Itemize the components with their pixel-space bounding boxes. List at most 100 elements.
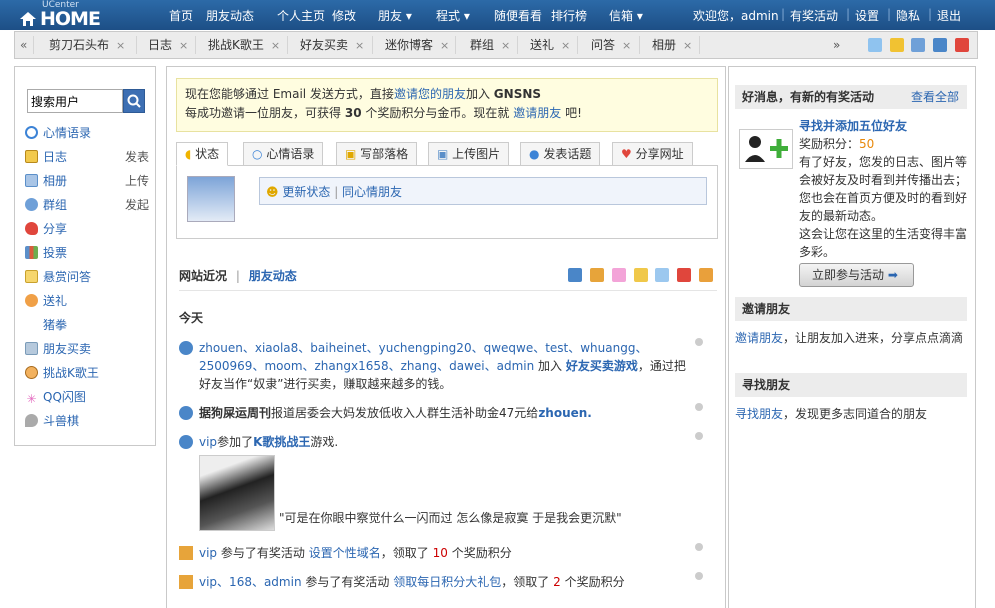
sidebar-item-mood[interactable]: 心情语录 (25, 123, 149, 143)
group-icon[interactable] (568, 267, 583, 282)
feed-app-link[interactable]: 好友买卖游戏 (566, 359, 638, 373)
sidebar-item-label[interactable]: 挑战K歌王 (43, 366, 99, 380)
nav-events[interactable]: 有奖活动 (790, 7, 838, 24)
nav-ranking[interactable]: 排行榜 (551, 7, 587, 24)
nav-mailbox-menu[interactable]: 信箱 ▾ (609, 7, 643, 24)
invite-friends-link-2[interactable]: 邀请朋友 (513, 106, 561, 120)
close-icon[interactable]: × (683, 39, 692, 52)
tab-friend-trade[interactable]: 好友买卖 × (300, 32, 364, 58)
delete-icon[interactable] (695, 338, 703, 346)
flash-icon[interactable] (611, 267, 626, 282)
close-icon[interactable]: × (271, 39, 280, 52)
nav-friend-feed[interactable]: 朋友动态 (206, 7, 254, 24)
task-title-link[interactable]: 寻找并添加五位好友 (799, 117, 969, 135)
chat-icon[interactable] (655, 267, 670, 282)
search-users-input[interactable] (27, 89, 123, 113)
share-icon[interactable] (677, 267, 692, 282)
friend-feed-link[interactable]: 朋友动态 (249, 269, 297, 283)
tab-status[interactable]: ◖ 状态 (176, 142, 229, 166)
sidebar-item-label[interactable]: 群组 (43, 198, 67, 212)
sidebar-item-label[interactable]: 斗兽棋 (43, 414, 79, 428)
sidebar-item-karaoke[interactable]: 挑战K歌王 (25, 363, 149, 383)
sidebar-item-blog[interactable]: 日志 发表 (25, 147, 149, 167)
tab-post-topic[interactable]: ● 发表话题 (520, 142, 601, 166)
sidebar-item-label[interactable]: 心情语录 (43, 126, 91, 140)
close-icon[interactable]: × (179, 39, 188, 52)
delete-icon[interactable] (695, 572, 703, 580)
publish-link[interactable]: 发表 (125, 147, 149, 167)
sidebar-item-gift[interactable]: 送礼 (25, 291, 149, 311)
upload-link[interactable]: 上传 (125, 171, 149, 191)
handshake-icon[interactable] (699, 267, 713, 282)
sidebar-item-pig-fist[interactable]: 猪拳 (25, 315, 149, 335)
sidebar-item-label[interactable]: 朋友买卖 (43, 342, 91, 356)
create-group-link[interactable]: 发起 (125, 195, 149, 215)
sidebar-item-label[interactable]: 日志 (43, 150, 67, 164)
sidebar-item-qq-flash[interactable]: ✳ QQ闪图 (25, 387, 149, 407)
sidebar-item-label[interactable]: 悬赏问答 (43, 270, 91, 284)
album-icon[interactable] (911, 37, 926, 52)
tab-gift[interactable]: 送礼 × (530, 32, 570, 58)
sidebar-item-poll[interactable]: 投票 (25, 243, 149, 263)
sidebar-item-question[interactable]: 悬赏问答 (25, 267, 149, 287)
tab-rps[interactable]: 剪刀石头布 × (49, 32, 125, 58)
delete-icon[interactable] (695, 543, 703, 551)
view-all-link[interactable]: 查看全部 (911, 85, 959, 109)
tab-scroll-left[interactable]: « (20, 32, 27, 58)
tab-scroll-right[interactable]: » (833, 32, 840, 58)
feed-event-link[interactable]: 领取每日积分大礼包 (393, 575, 501, 589)
invite-friends-link[interactable]: 邀请您的朋友 (394, 87, 466, 101)
sidebar-item-label[interactable]: 分享 (43, 222, 67, 236)
tab-blog[interactable]: 日志 × (148, 32, 188, 58)
close-icon[interactable]: × (355, 39, 364, 52)
sidebar-item-label[interactable]: 投票 (43, 246, 67, 260)
sidebar-item-share[interactable]: 分享 (25, 219, 149, 239)
tab-share-url[interactable]: ♥ 分享网址 (612, 142, 693, 166)
sidebar-item-label[interactable]: 相册 (43, 174, 67, 188)
close-icon[interactable]: × (501, 39, 510, 52)
search-button[interactable] (123, 89, 145, 113)
delete-icon[interactable] (695, 403, 703, 411)
feed-user-link[interactable]: zhouen. (538, 406, 592, 420)
nav-settings[interactable]: 设置 (855, 7, 879, 24)
feed-photo[interactable] (199, 455, 275, 531)
pencil-icon[interactable] (633, 267, 648, 282)
chat-icon[interactable] (867, 37, 882, 52)
close-icon[interactable]: × (440, 39, 449, 52)
nav-home[interactable]: 首页 (169, 7, 193, 24)
tab-write-blog[interactable]: ▣ 写部落格 (336, 142, 418, 166)
trade-icon[interactable] (589, 267, 604, 282)
nav-privacy[interactable]: 隐私 (896, 7, 920, 24)
close-icon[interactable]: × (561, 39, 570, 52)
group-icon[interactable] (933, 37, 948, 52)
nav-browse[interactable]: 随便看看 (494, 7, 542, 24)
tab-groups[interactable]: 群组 × (470, 32, 510, 58)
invite-friends-link-3[interactable]: 邀请朋友 (735, 331, 783, 345)
blog-icon[interactable] (889, 37, 904, 52)
delete-icon[interactable] (695, 432, 703, 440)
feed-users[interactable]: vip、168、admin (199, 575, 302, 589)
tab-miniblog[interactable]: 迷你博客 × (385, 32, 449, 58)
same-mood-link[interactable]: 同心情朋友 (342, 185, 402, 199)
close-icon[interactable]: × (622, 39, 631, 52)
tab-qa[interactable]: 问答 × (591, 32, 631, 58)
update-status-link[interactable]: 更新状态 (282, 185, 330, 199)
join-event-button[interactable]: 立即参与活动 ➡ (799, 263, 914, 287)
nav-logout[interactable]: 退出 (937, 7, 961, 24)
nav-friends-menu[interactable]: 朋友 ▾ (378, 7, 412, 24)
tab-album[interactable]: 相册 × (652, 32, 692, 58)
sidebar-item-album[interactable]: 相册 上传 (25, 171, 149, 191)
feed-app-link[interactable]: K歌挑战王 (253, 435, 310, 449)
feed-user-link[interactable]: vip (199, 546, 217, 560)
close-icon[interactable]: × (116, 39, 125, 52)
nav-edit[interactable]: 修改 (332, 7, 356, 24)
sidebar-item-label[interactable]: 猪拳 (43, 318, 67, 332)
sidebar-item-label[interactable]: QQ闪图 (43, 390, 86, 404)
tab-karaoke[interactable]: 挑战K歌王 × (208, 32, 280, 58)
tab-mood[interactable]: ○ 心情语录 (243, 142, 324, 166)
site-logo[interactable]: UCenter HOME (18, 0, 128, 30)
sidebar-item-label[interactable]: 送礼 (43, 294, 67, 308)
tab-upload-photo[interactable]: ▣ 上传图片 (428, 142, 510, 166)
feed-event-link[interactable]: 设置个性域名 (309, 546, 381, 560)
sidebar-item-animal-chess[interactable]: 斗兽棋 (25, 411, 149, 431)
